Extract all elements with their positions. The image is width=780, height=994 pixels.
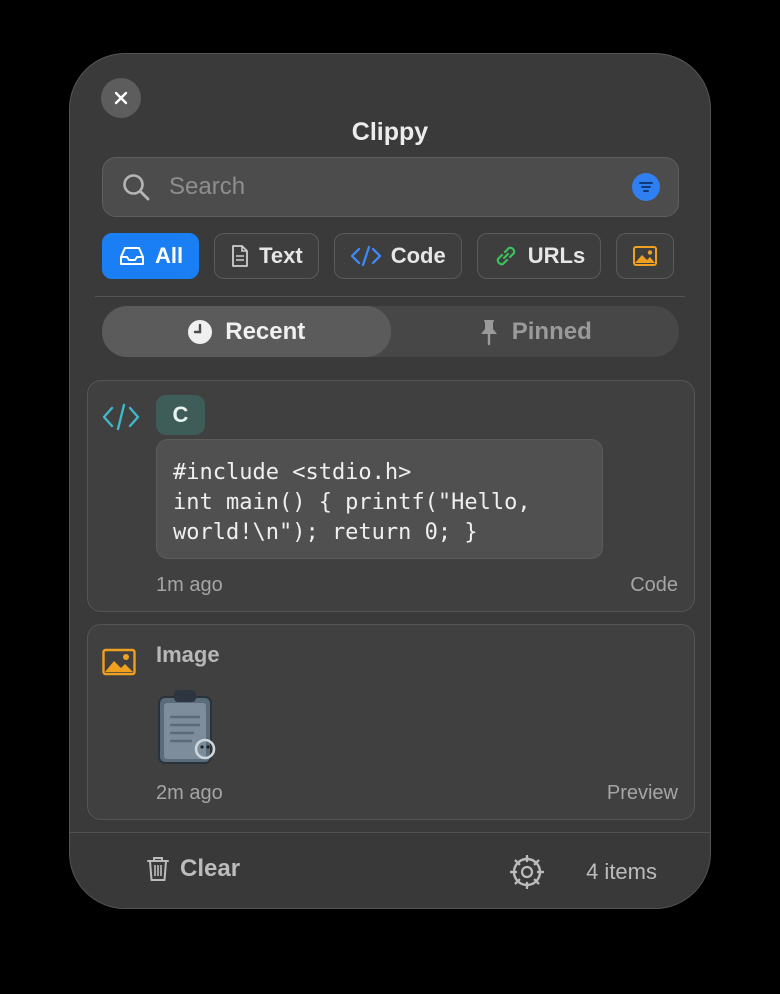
chip-images[interactable] [616, 233, 675, 279]
chip-code-label: Code [390, 243, 446, 268]
code-icon [350, 245, 381, 267]
link-icon [496, 246, 515, 266]
trash-icon [147, 857, 169, 881]
clock-icon [188, 319, 213, 344]
clipboard-thumbnail-image [158, 690, 216, 764]
segment-recent[interactable]: Recent [102, 306, 391, 357]
item-timestamp: 1m ago [156, 574, 223, 596]
footer-bar: Clear 4 items [70, 833, 710, 908]
code-preview: #include <stdio.h> int main() { printf("… [156, 439, 603, 559]
gear-icon[interactable] [510, 855, 544, 889]
search-icon [123, 174, 150, 201]
item-label: Image [156, 642, 220, 667]
chip-urls[interactable]: URLs [476, 233, 602, 279]
document-icon [232, 245, 249, 267]
segment-pinned[interactable]: Pinned [391, 306, 680, 357]
close-icon [114, 91, 128, 105]
filter-button[interactable] [632, 173, 660, 201]
item-timestamp: 2m ago [156, 782, 223, 804]
clippy-window: Clippy Search All Text Code URLs Recent … [69, 53, 711, 909]
clear-button[interactable]: Clear [146, 855, 240, 883]
code-icon [102, 403, 140, 431]
tray-icon [120, 247, 144, 265]
search-field[interactable]: Search [102, 157, 679, 217]
view-segmented-control: Recent Pinned [102, 306, 679, 357]
chip-text[interactable]: Text [214, 233, 319, 279]
clip-item-code[interactable]: C #include <stdio.h> int main() { printf… [87, 380, 695, 612]
filter-chips: All Text Code URLs [102, 233, 679, 279]
chip-all[interactable]: All [102, 233, 200, 279]
preview-link[interactable]: Preview [607, 782, 678, 805]
chip-all-label: All [155, 243, 184, 268]
segment-recent-label: Recent [225, 317, 306, 345]
image-icon [633, 246, 658, 266]
chip-urls-label: URLs [527, 243, 586, 268]
pin-icon [480, 319, 497, 345]
chip-code[interactable]: Code [333, 233, 462, 279]
item-kind: Code [630, 574, 678, 596]
filter-icon [639, 182, 653, 192]
language-badge: C [156, 395, 205, 435]
chip-text-label: Text [259, 243, 303, 268]
item-count: 4 items [586, 859, 657, 884]
segment-pinned-label: Pinned [511, 317, 592, 345]
clear-label: Clear [180, 855, 241, 882]
divider [95, 296, 685, 297]
clip-item-image[interactable]: Image 2m ago Preview [87, 624, 695, 820]
image-icon [102, 648, 136, 676]
close-button[interactable] [101, 78, 141, 118]
window-title: Clippy [351, 118, 429, 146]
search-input[interactable]: Search [169, 173, 632, 201]
